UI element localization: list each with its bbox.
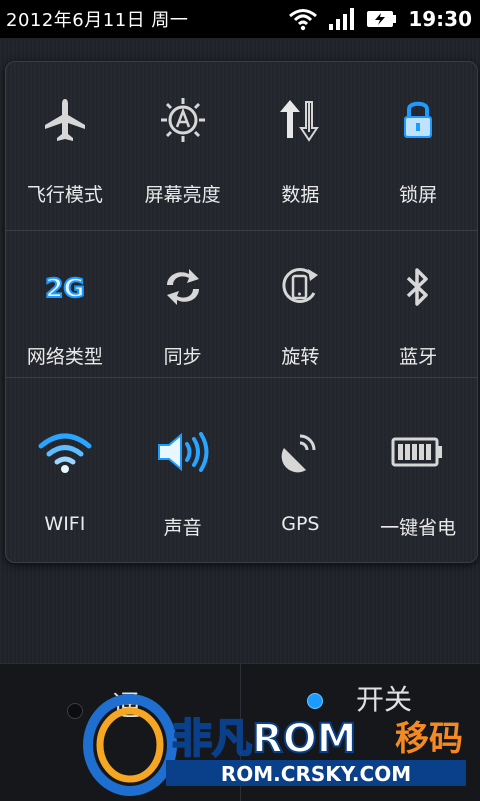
watermark-suffix: 移码: [395, 719, 463, 759]
watermark-brand: 非凡ROM: [172, 716, 357, 762]
toggle-label: 屏幕亮度: [144, 184, 221, 206]
status-time: 19:30: [408, 7, 472, 31]
toggle-label: 网络类型: [26, 346, 103, 368]
toggle-brightness[interactable]: 屏幕亮度: [124, 62, 242, 230]
toggle-sync[interactable]: 同步: [124, 231, 242, 377]
wifi-icon: [6, 430, 124, 474]
network-2g-icon: 2G: [6, 263, 124, 311]
toggle-label: 同步: [163, 346, 202, 368]
sync-icon: [124, 263, 242, 311]
toggle-sound[interactable]: 声音: [124, 378, 242, 562]
status-bar: 2012年6月11日 周一 19:30: [0, 0, 480, 38]
airplane-icon: [6, 96, 124, 144]
network-badge-text: 2G: [45, 274, 84, 304]
toggle-label: 锁屏: [399, 184, 438, 206]
lock-icon: [359, 96, 477, 144]
toggle-label: 飞行模式: [26, 184, 103, 206]
toggle-label: 声音: [163, 517, 202, 539]
toggle-gps[interactable]: GPS: [242, 378, 360, 562]
toggle-label: WIFI: [44, 513, 86, 535]
toggle-airplane-mode[interactable]: 飞行模式: [6, 62, 124, 230]
toggle-bluetooth[interactable]: 蓝牙: [359, 231, 477, 377]
toggle-rotate[interactable]: 旋转: [242, 231, 360, 377]
brightness-auto-icon: [124, 96, 242, 144]
toggle-label: 一键省电: [380, 517, 457, 539]
watermark-logo: 非凡ROM 移码 ROM.CRSKY.COM: [83, 694, 466, 796]
status-date: 2012年6月11日 周一: [6, 10, 189, 31]
toggle-lock-screen[interactable]: 锁屏: [359, 62, 477, 230]
rotate-icon: [242, 263, 360, 311]
speaker-icon: [124, 430, 242, 474]
quick-settings-panel: 飞行模式 屏幕亮度 数据 锁屏 2G 网络类型 同步 旋转 蓝牙 WIFI 声音…: [5, 61, 478, 563]
toggle-label: 旋转: [281, 346, 320, 368]
toggle-network-type[interactable]: 2G 网络类型: [6, 231, 124, 377]
wifi-status-icon: [288, 7, 318, 31]
toggle-data[interactable]: 数据: [242, 62, 360, 230]
toggle-label: 蓝牙: [399, 346, 438, 368]
toggle-power-saving[interactable]: 一键省电: [359, 378, 477, 562]
toggle-label: GPS: [281, 513, 320, 535]
watermark-url: ROM.CRSKY.COM: [221, 762, 411, 786]
bluetooth-icon: [359, 263, 477, 311]
toggle-row-1: 飞行模式 屏幕亮度 数据 锁屏: [6, 62, 477, 230]
battery-icon: [359, 430, 477, 474]
toggle-row-3: WIFI 声音 GPS 一键省电: [6, 378, 477, 562]
gps-icon: [242, 430, 360, 474]
data-arrows-icon: [242, 96, 360, 144]
signal-icon: [328, 7, 356, 31]
toggle-wifi[interactable]: WIFI: [6, 378, 124, 562]
toggle-label: 数据: [281, 184, 320, 206]
toggle-row-2: 2G 网络类型 同步 旋转 蓝牙: [6, 231, 477, 377]
battery-charging-icon: [366, 9, 398, 29]
